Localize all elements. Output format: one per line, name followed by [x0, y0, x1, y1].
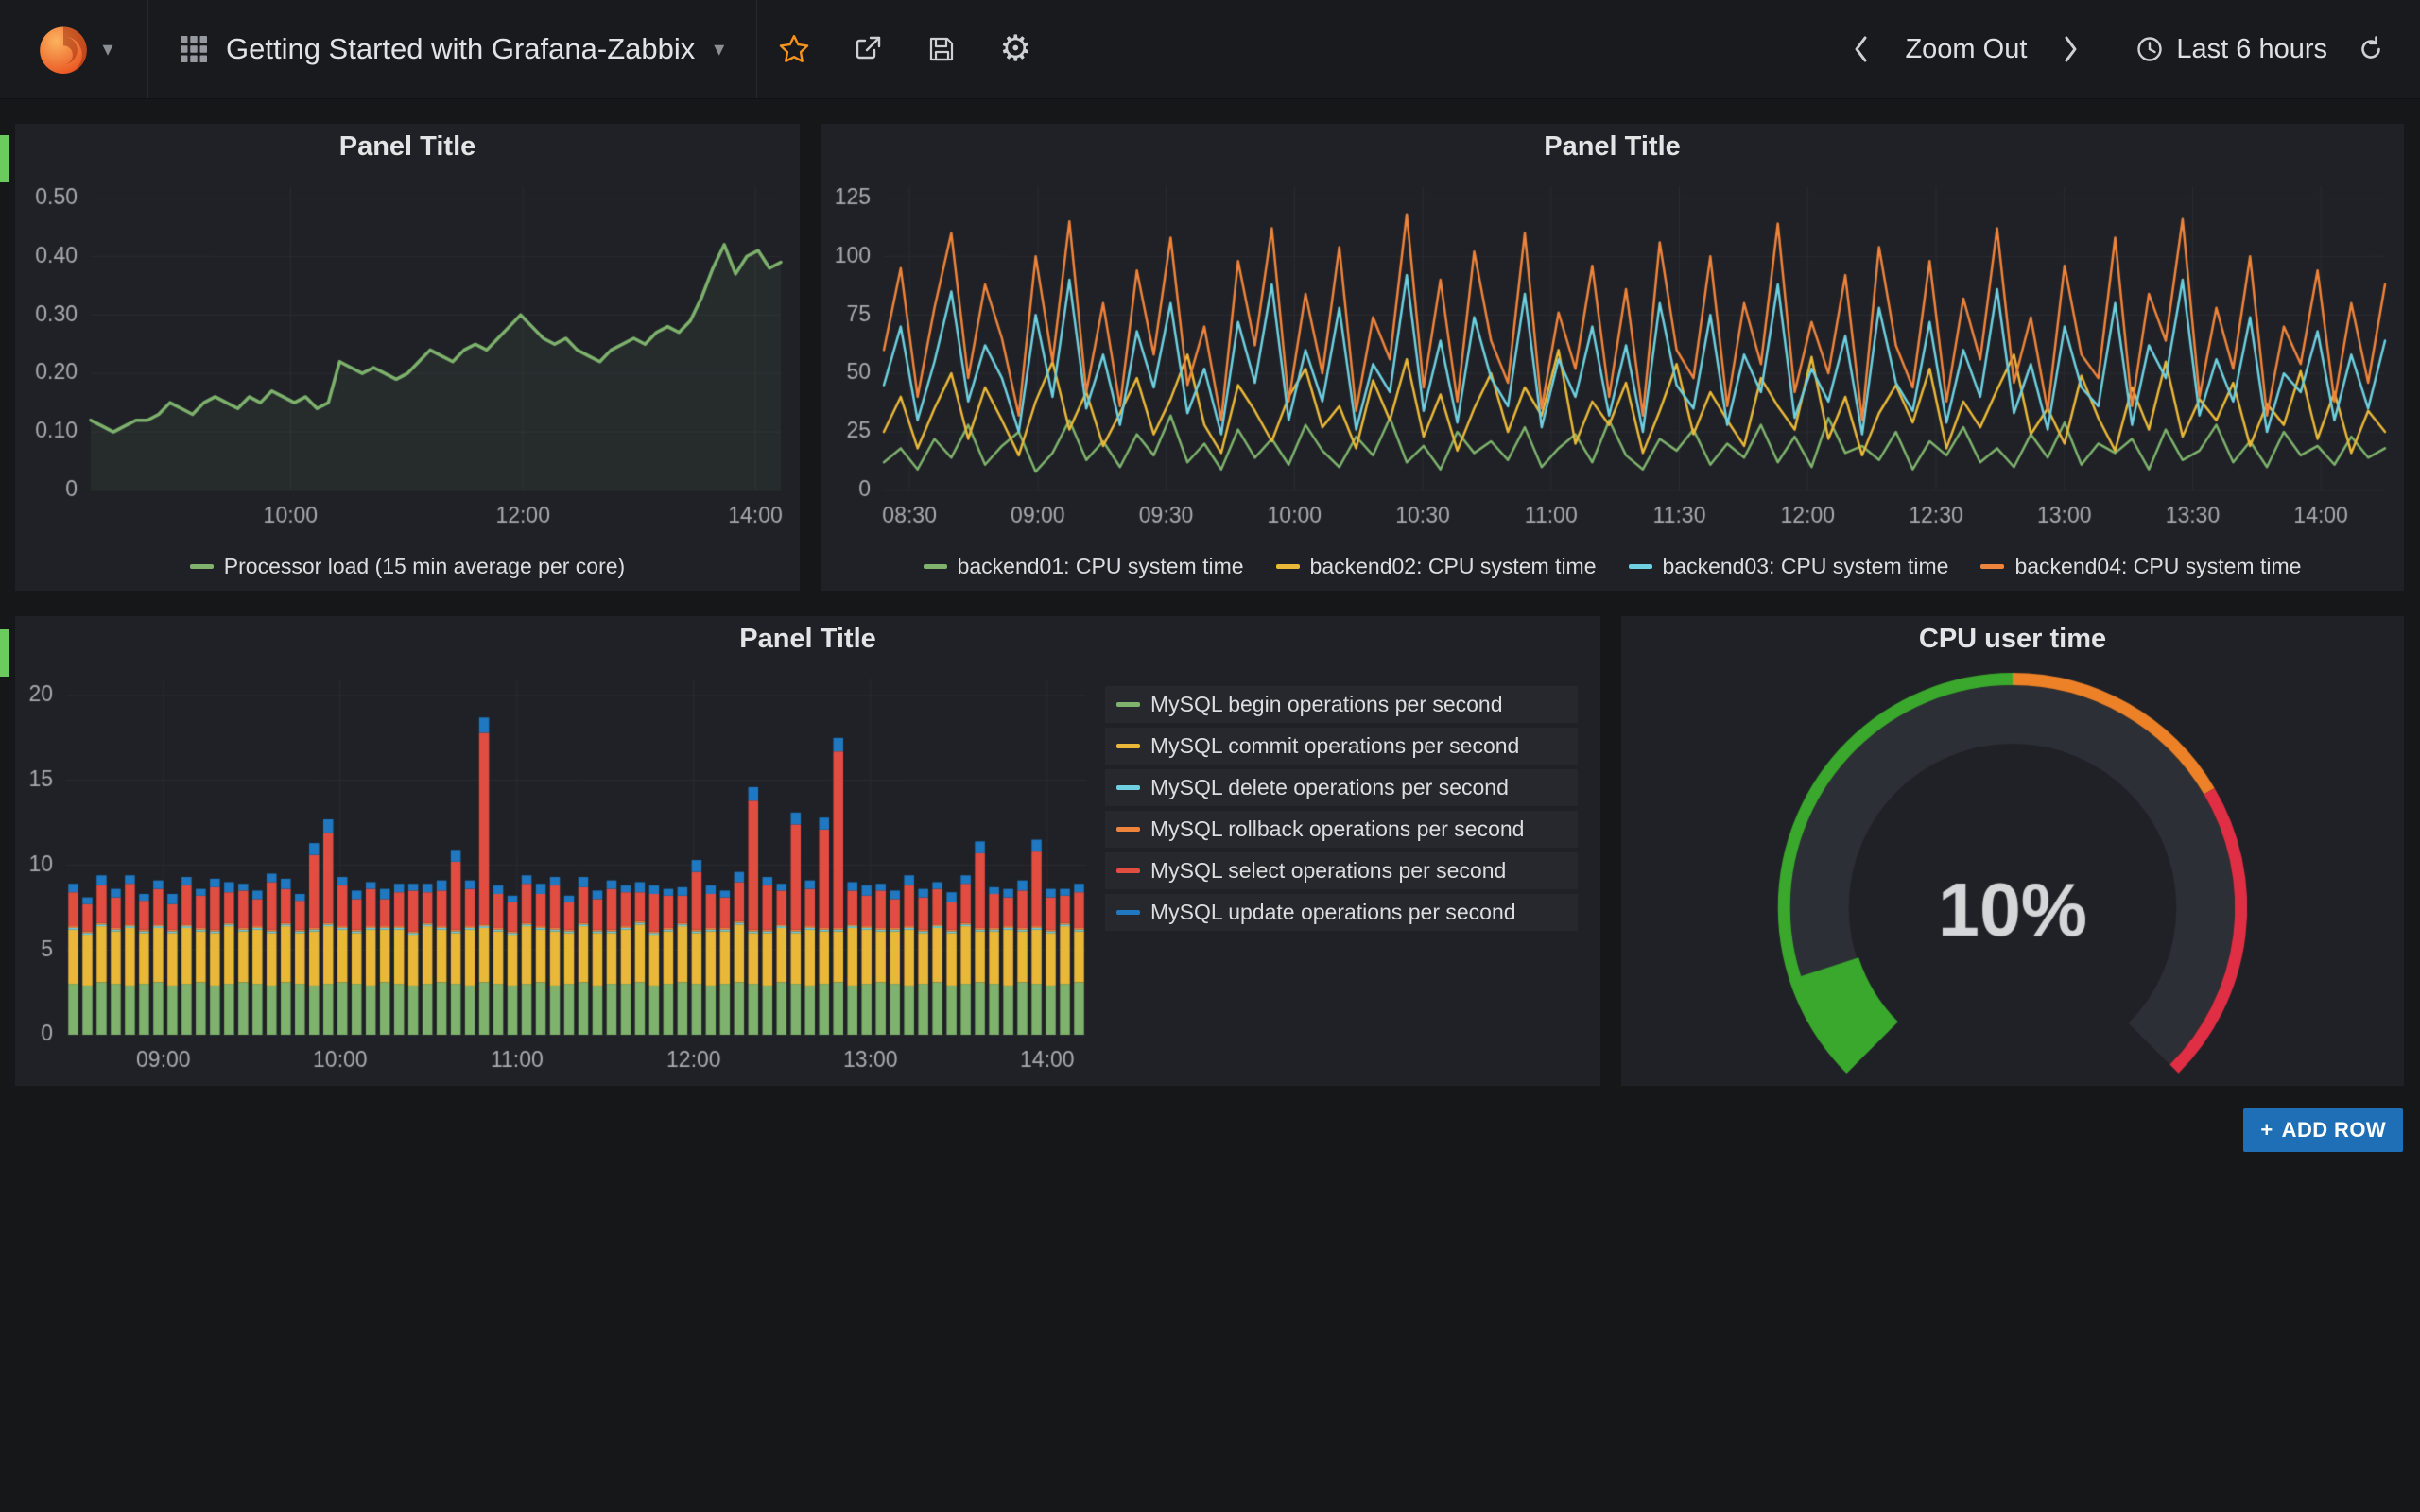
- legend-series-label: MySQL delete operations per second: [1150, 775, 1509, 800]
- legend-series-marker: [1116, 827, 1140, 832]
- legend-item[interactable]: MySQL update operations per second: [1105, 894, 1578, 931]
- panel-title[interactable]: CPU user time: [1621, 616, 2404, 662]
- legend-item[interactable]: backend02: CPU system time: [1276, 554, 1597, 579]
- row-toggle-handle[interactable]: [0, 629, 9, 677]
- legend-item[interactable]: MySQL commit operations per second: [1105, 728, 1578, 765]
- panel-cpu-user-time: CPU user time: [1621, 616, 2404, 1086]
- legend-series-label: backend04: CPU system time: [2014, 554, 2301, 579]
- star-button[interactable]: [757, 0, 831, 98]
- legend-series-label: Processor load (15 min average per core): [224, 554, 625, 579]
- panel-title[interactable]: Panel Title: [821, 124, 2404, 169]
- chart-legend: backend01: CPU system time backend02: CPU…: [821, 541, 2404, 591]
- legend-item[interactable]: MySQL rollback operations per second: [1105, 811, 1578, 848]
- navbar: ▾ Getting Started with Grafana-Zabbix ▾: [0, 0, 2420, 99]
- share-button[interactable]: [831, 0, 905, 98]
- legend-item[interactable]: MySQL begin operations per second: [1105, 686, 1578, 723]
- cpu-user-time-gauge[interactable]: [1621, 662, 2404, 1086]
- legend-series-label: MySQL update operations per second: [1150, 900, 1516, 925]
- legend-item[interactable]: MySQL delete operations per second: [1105, 769, 1578, 806]
- grafana-logo-icon: [34, 20, 93, 78]
- mysql-operations-chart[interactable]: [15, 662, 1105, 1086]
- legend-series-marker: [1116, 910, 1140, 915]
- legend-series-marker: [1116, 744, 1140, 748]
- legend-series-marker: [1116, 702, 1140, 707]
- dashboard-title: Getting Started with Grafana-Zabbix: [226, 32, 695, 66]
- caret-down-icon: ▾: [714, 39, 724, 60]
- panel-title[interactable]: Panel Title: [15, 124, 800, 169]
- legend-series-marker: [1629, 564, 1652, 569]
- gear-icon: ⚙: [999, 31, 1031, 67]
- legend-series-marker: [190, 564, 214, 569]
- legend-series-label: MySQL commit operations per second: [1150, 733, 1519, 759]
- clock-icon: [2135, 34, 2165, 64]
- time-back-button[interactable]: [1842, 33, 1880, 65]
- legend-series-label: backend03: CPU system time: [1663, 554, 1949, 579]
- legend-item[interactable]: backend03: CPU system time: [1629, 554, 1949, 579]
- chart-with-legend: MySQL begin operations per second MySQL c…: [15, 662, 1600, 1086]
- legend-series-marker: [924, 564, 947, 569]
- time-range-label: Last 6 hours: [2176, 34, 2327, 65]
- panel-cpu-system-time: Panel Title backend01: CPU system timeba…: [821, 124, 2404, 591]
- star-icon: [777, 32, 811, 66]
- save-button[interactable]: [905, 0, 978, 98]
- cpu-system-time-chart[interactable]: [821, 169, 2404, 541]
- legend-series-marker: [1276, 564, 1300, 569]
- add-row-label: ADD ROW: [2282, 1118, 2386, 1143]
- chevron-right-icon: [2061, 33, 2080, 65]
- grafana-menu-button[interactable]: ▾: [0, 0, 148, 98]
- dashboard-grid-icon: [181, 36, 207, 62]
- refresh-button[interactable]: [2352, 34, 2390, 64]
- legend-series-marker: [1980, 564, 2004, 569]
- legend-item[interactable]: backend04: CPU system time: [1980, 554, 2301, 579]
- time-forward-button[interactable]: [2051, 33, 2089, 65]
- save-icon: [927, 35, 956, 63]
- navbar-time-controls: Zoom Out Last 6 hours: [1842, 0, 2420, 98]
- dashboard-title-button[interactable]: Getting Started with Grafana-Zabbix ▾: [148, 0, 757, 98]
- legend-series-label: backend02: CPU system time: [1310, 554, 1597, 579]
- refresh-icon: [2356, 34, 2386, 64]
- settings-button[interactable]: ⚙: [978, 0, 1052, 98]
- legend-item[interactable]: backend01: CPU system time: [924, 554, 1244, 579]
- processor-load-chart[interactable]: [15, 169, 800, 541]
- add-row-button[interactable]: + ADD ROW: [2243, 1108, 2403, 1152]
- legend-item[interactable]: Processor load (15 min average per core): [190, 554, 625, 579]
- legend-series-label: MySQL select operations per second: [1150, 858, 1506, 884]
- legend-series-label: MySQL begin operations per second: [1150, 692, 1502, 717]
- dashboard: Panel Title Processor load (15 min avera…: [0, 99, 2420, 1152]
- dashboard-footer: + ADD ROW: [15, 1108, 2404, 1152]
- legend-item[interactable]: MySQL select operations per second: [1105, 852, 1578, 889]
- plus-icon: +: [2260, 1118, 2273, 1143]
- panel-processor-load: Panel Title Processor load (15 min avera…: [15, 124, 800, 591]
- legend-series-label: backend01: CPU system time: [958, 554, 1244, 579]
- legend-series-label: MySQL rollback operations per second: [1150, 816, 1524, 842]
- time-picker-button[interactable]: Last 6 hours: [2135, 34, 2327, 65]
- legend-series-marker: [1116, 868, 1140, 873]
- row-toggle-handle[interactable]: [0, 135, 9, 182]
- chart-legend: MySQL begin operations per second MySQL c…: [1105, 662, 1600, 1086]
- dashboard-row: Panel Title MySQL begin operations per s…: [15, 616, 2404, 1086]
- dashboard-row: Panel Title Processor load (15 min avera…: [15, 124, 2404, 591]
- chart-legend: Processor load (15 min average per core): [15, 541, 800, 591]
- zoom-out-button[interactable]: Zoom Out: [1905, 34, 2027, 65]
- chevron-left-icon: [1852, 33, 1871, 65]
- share-icon: [853, 34, 883, 64]
- legend-series-marker: [1116, 785, 1140, 790]
- panel-mysql-operations: Panel Title MySQL begin operations per s…: [15, 616, 1600, 1086]
- caret-down-icon: ▾: [102, 39, 112, 60]
- panel-title[interactable]: Panel Title: [15, 616, 1600, 662]
